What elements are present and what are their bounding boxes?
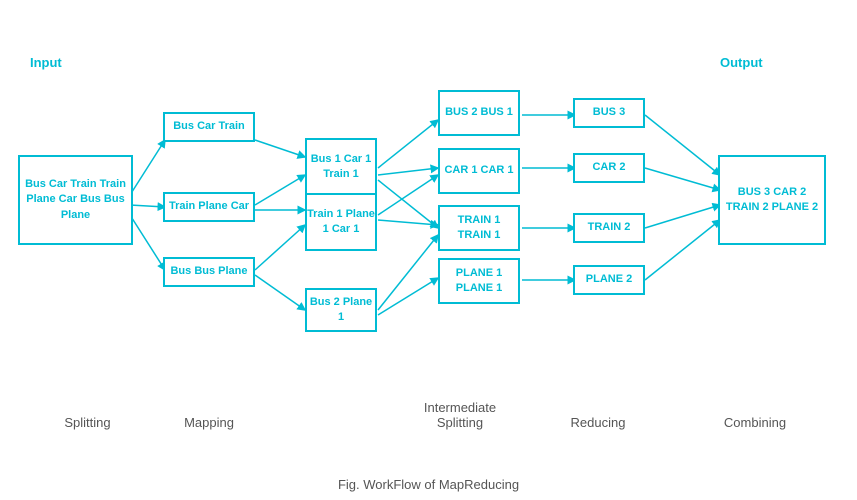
intermediate-splitting-label: IntermediateSplitting [400,400,520,430]
map-box-3: Bus 2 Plane 1 [305,288,377,332]
split-box-2: Train Plane Car [163,192,255,222]
output-label: Output [720,55,763,70]
inter-box-3: TRAIN 1 TRAIN 1 [438,205,520,251]
input-label: Input [30,55,62,70]
reduce-box-4: PLANE 2 [573,265,645,295]
inter-box-1: BUS 2 BUS 1 [438,90,520,136]
combining-label: Combining [695,415,815,430]
output-box: BUS 3 CAR 2 TRAIN 2 PLANE 2 [718,155,826,245]
inter-box-4: PLANE 1 PLANE 1 [438,258,520,304]
split-box-1: Bus Car Train [163,112,255,142]
reduce-box-2: CAR 2 [573,153,645,183]
mapping-label: Mapping [163,415,255,430]
map-box-2: Train 1 Plane 1 Car 1 [305,193,377,251]
reduce-box-3: TRAIN 2 [573,213,645,243]
diagram: Input Bus Car Train Train Plane Car Bus … [0,0,857,460]
caption: Fig. WorkFlow of MapReducing [0,477,857,492]
map-box-1: Bus 1 Car 1 Train 1 [305,138,377,196]
reducing-label: Reducing [548,415,648,430]
split-box-3: Bus Bus Plane [163,257,255,287]
inter-box-2: CAR 1 CAR 1 [438,148,520,194]
input-box: Bus Car Train Train Plane Car Bus Bus Pl… [18,155,133,245]
splitting-label: Splitting [30,415,145,430]
reduce-box-1: BUS 3 [573,98,645,128]
